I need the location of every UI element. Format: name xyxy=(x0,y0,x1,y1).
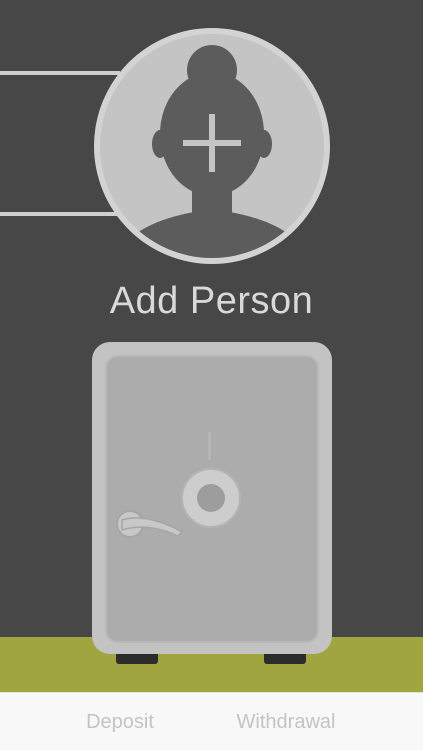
add-person-icon xyxy=(94,28,330,264)
app-screen: Add Person Deposit Withdrawal xyxy=(0,0,423,750)
add-person-label[interactable]: Add Person xyxy=(0,280,423,323)
tab-deposit[interactable]: Deposit xyxy=(60,693,180,750)
safe-icon xyxy=(92,342,332,664)
tab-bar: Deposit Withdrawal xyxy=(0,692,423,750)
add-person-button[interactable] xyxy=(92,26,332,266)
tab-withdrawal[interactable]: Withdrawal xyxy=(216,693,356,750)
